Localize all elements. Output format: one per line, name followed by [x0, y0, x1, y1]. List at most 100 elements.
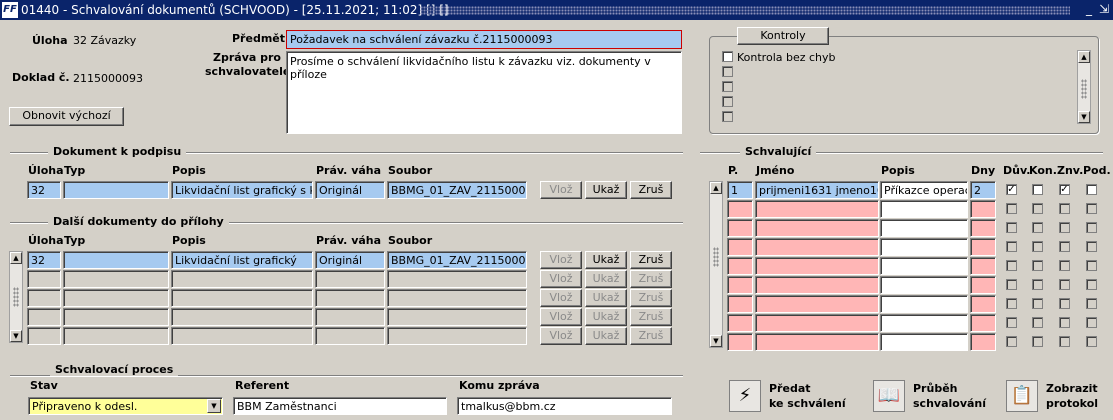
scroll-down-icon[interactable]: ▼ — [710, 335, 722, 347]
attach-soubor-field[interactable] — [387, 327, 527, 345]
attach-popis-field[interactable] — [171, 308, 313, 326]
approver-duv-checkbox[interactable] — [1006, 203, 1017, 214]
attach-insert-button[interactable]: Vlož — [540, 327, 582, 345]
approver-dny-field[interactable] — [970, 295, 996, 313]
approver-znv-checkbox[interactable] — [1059, 260, 1070, 271]
approver-kon-checkbox[interactable] — [1032, 241, 1043, 252]
attach-soubor-field[interactable]: BBMG_01_ZAV_211500009: — [387, 251, 527, 269]
sign-uloha-field[interactable]: 32 — [27, 181, 61, 199]
attach-delete-button[interactable]: Zruš — [630, 327, 672, 345]
approver-dny-field[interactable] — [970, 276, 996, 294]
sign-vaha-field[interactable]: Originál — [315, 181, 385, 199]
attach-delete-button[interactable]: Zruš — [630, 251, 672, 269]
attach-insert-button[interactable]: Vlož — [540, 289, 582, 307]
approver-p-field[interactable] — [727, 238, 753, 256]
attach-uloha-field[interactable] — [27, 327, 61, 345]
approver-pod-checkbox[interactable] — [1086, 203, 1097, 214]
kontrola-checkbox[interactable] — [722, 51, 733, 62]
approver-p-field[interactable] — [727, 219, 753, 237]
sign-show-button[interactable]: Ukaž — [585, 181, 627, 199]
approver-kon-checkbox[interactable] — [1032, 336, 1043, 347]
attach-scrollbar[interactable]: ▲ ▼ — [9, 251, 23, 343]
approver-kon-checkbox[interactable] — [1032, 279, 1043, 290]
approver-kon-checkbox[interactable] — [1032, 317, 1043, 328]
approver-znv-checkbox[interactable] — [1059, 241, 1070, 252]
approver-duv-checkbox[interactable]: ✓ — [1006, 184, 1017, 195]
approver-popis-field[interactable] — [880, 276, 968, 294]
restore-icon[interactable]: ⇲ — [1097, 2, 1111, 16]
approver-p-field[interactable] — [727, 276, 753, 294]
approver-popis-field[interactable] — [880, 257, 968, 275]
approver-duv-checkbox[interactable] — [1006, 336, 1017, 347]
attach-vaha-field[interactable] — [315, 289, 385, 307]
kontroly-scrollbar[interactable]: ▲ ▼ — [1077, 50, 1091, 124]
approver-pod-checkbox[interactable] — [1086, 260, 1097, 271]
predmet-field[interactable]: Požadavek na schválení závazku č.2115000… — [286, 30, 682, 49]
approver-popis-field[interactable] — [880, 314, 968, 332]
approver-duv-checkbox[interactable] — [1006, 279, 1017, 290]
approver-duv-checkbox[interactable] — [1006, 317, 1017, 328]
attach-popis-field[interactable] — [171, 289, 313, 307]
approver-znv-checkbox[interactable] — [1059, 336, 1070, 347]
scroll-down-icon[interactable]: ▼ — [10, 330, 22, 342]
approver-pod-checkbox[interactable] — [1086, 279, 1097, 290]
approver-name-field[interactable] — [755, 314, 879, 332]
approver-p-field[interactable] — [727, 295, 753, 313]
attach-delete-button[interactable]: Zruš — [630, 270, 672, 288]
attach-uloha-field[interactable]: 32 — [27, 251, 61, 269]
approver-dny-field[interactable] — [970, 200, 996, 218]
scroll-up-icon[interactable]: ▲ — [1078, 51, 1090, 63]
attach-show-button[interactable]: Ukaž — [585, 327, 627, 345]
zprava-field[interactable]: Prosíme o schválení likvidačního listu k… — [286, 51, 682, 134]
attach-popis-field[interactable] — [171, 270, 313, 288]
approver-popis-field[interactable] — [880, 238, 968, 256]
approver-name-field[interactable] — [755, 238, 879, 256]
approver-name-field[interactable] — [755, 295, 879, 313]
attach-vaha-field[interactable] — [315, 308, 385, 326]
approver-name-field[interactable]: prijmeni1631 jmeno1631 — [755, 181, 879, 199]
attach-typ-field[interactable] — [63, 251, 169, 269]
approver-p-field[interactable] — [727, 314, 753, 332]
approver-dny-field[interactable]: 2 — [970, 181, 996, 199]
approver-pod-checkbox[interactable] — [1086, 222, 1097, 233]
attach-typ-field[interactable] — [63, 308, 169, 326]
scroll-grip[interactable] — [13, 287, 19, 307]
attach-uloha-field[interactable] — [27, 270, 61, 288]
approver-duv-checkbox[interactable] — [1006, 241, 1017, 252]
scroll-down-icon[interactable]: ▼ — [1078, 111, 1090, 123]
approver-popis-field[interactable] — [880, 333, 968, 351]
approver-popis-field[interactable] — [880, 200, 968, 218]
kontrola-checkbox[interactable] — [722, 96, 733, 107]
attach-show-button[interactable]: Ukaž — [585, 251, 627, 269]
scroll-up-icon[interactable]: ▲ — [710, 182, 722, 194]
attach-soubor-field[interactable] — [387, 289, 527, 307]
submit-approval-button[interactable]: ⚡ Předat ke schválení — [729, 378, 849, 416]
attach-vaha-field[interactable] — [315, 327, 385, 345]
kontrola-checkbox[interactable] — [722, 66, 733, 77]
attach-popis-field[interactable] — [171, 327, 313, 345]
approver-name-field[interactable] — [755, 333, 879, 351]
attach-uloha-field[interactable] — [27, 308, 61, 326]
approver-dny-field[interactable] — [970, 219, 996, 237]
attach-insert-button[interactable]: Vlož — [540, 308, 582, 326]
approver-duv-checkbox[interactable] — [1006, 298, 1017, 309]
approver-pod-checkbox[interactable] — [1086, 298, 1097, 309]
approver-dny-field[interactable] — [970, 238, 996, 256]
approver-znv-checkbox[interactable]: ✓ — [1059, 184, 1070, 195]
attach-typ-field[interactable] — [63, 289, 169, 307]
attach-typ-field[interactable] — [63, 270, 169, 288]
approver-name-field[interactable] — [755, 276, 879, 294]
attach-soubor-field[interactable] — [387, 308, 527, 326]
attach-delete-button[interactable]: Zruš — [630, 289, 672, 307]
approval-progress-button[interactable]: 📖 Průběh schvalování — [873, 378, 986, 416]
attach-show-button[interactable]: Ukaž — [585, 270, 627, 288]
attach-insert-button[interactable]: Vlož — [540, 251, 582, 269]
sign-delete-button[interactable]: Zruš — [630, 181, 672, 199]
approver-p-field[interactable]: 1 — [727, 181, 753, 199]
reset-button[interactable]: Obnovit výchozí — [9, 107, 124, 126]
show-protocol-button[interactable]: 📋 Zobrazit protokol — [1006, 378, 1106, 416]
attach-show-button[interactable]: Ukaž — [585, 289, 627, 307]
approver-znv-checkbox[interactable] — [1059, 279, 1070, 290]
attach-delete-button[interactable]: Zruš — [630, 308, 672, 326]
approver-kon-checkbox[interactable] — [1032, 184, 1043, 195]
